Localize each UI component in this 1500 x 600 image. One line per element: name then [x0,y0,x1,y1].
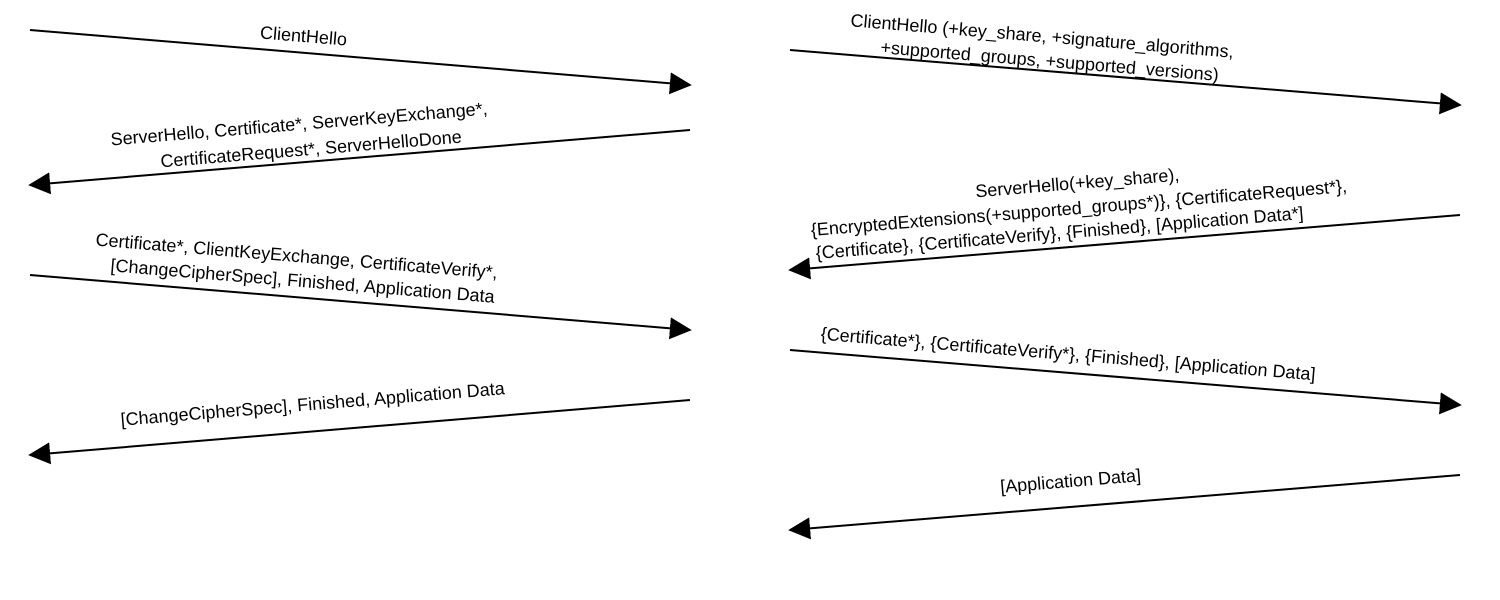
right-msg3-label: {Certificate*}, {CertificateVerify*}, {F… [820,323,1316,386]
diagram-stage: ClientHello ServerHello, Certificate*, S… [0,0,1500,600]
left-msg4-label: [ChangeCipherSpec], Finished, Applicatio… [120,377,506,431]
arrows-svg [0,0,1500,600]
left-msg1-label: ClientHello [259,21,348,51]
left-arrow-1 [30,30,690,85]
right-msg4-label: [Application Data] [999,464,1141,498]
